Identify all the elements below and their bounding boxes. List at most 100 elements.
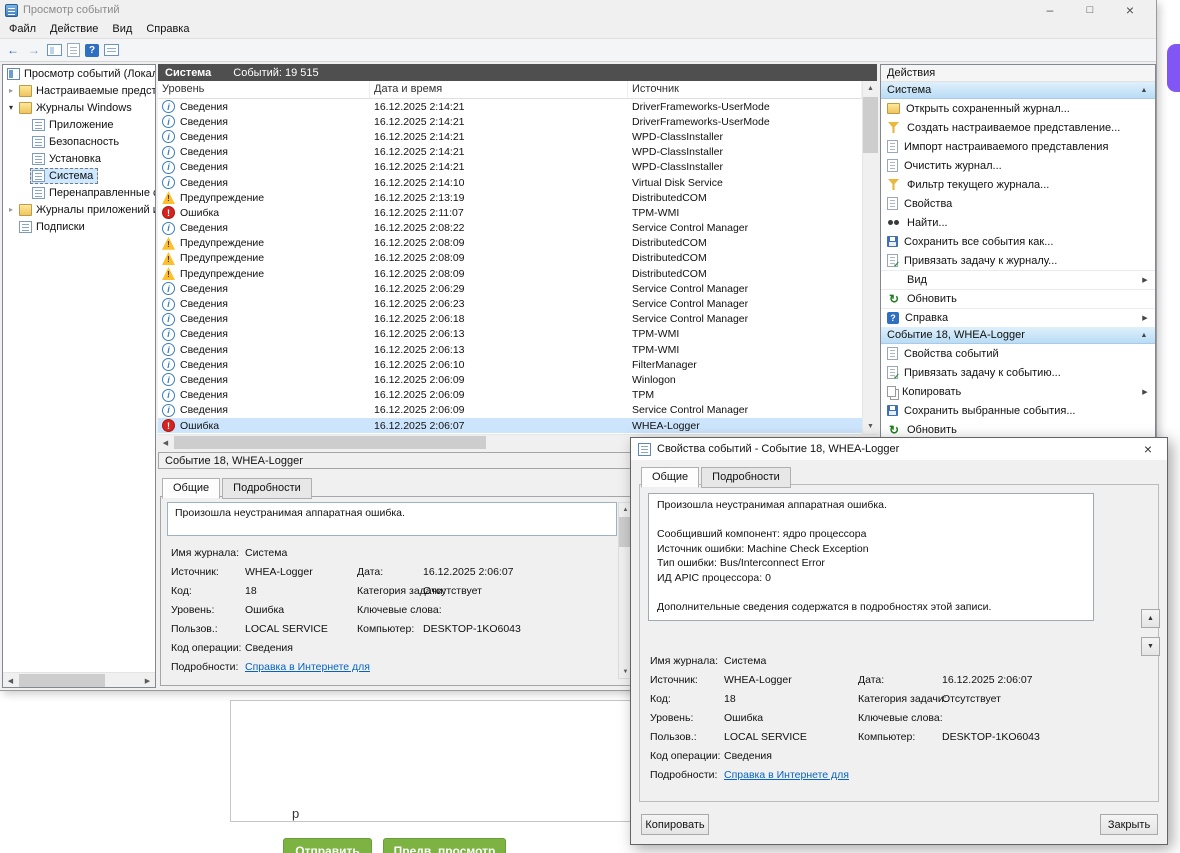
close-icon[interactable]	[1133, 439, 1163, 459]
event-row[interactable]: Сведения 16.12.2025 2:14:21 DriverFramewor…	[158, 114, 862, 129]
chevron-down-icon[interactable]	[5, 99, 17, 116]
event-row[interactable]: Сведения 16.12.2025 2:06:23 Service Contro…	[158, 296, 862, 311]
menu-item-2[interactable]: Вид	[105, 21, 139, 37]
list-vertical-scrollbar[interactable]	[862, 81, 878, 434]
export-icon[interactable]	[67, 43, 80, 57]
tree-item[interactable]: Безопасность	[3, 133, 155, 150]
scroll-down-icon[interactable]	[863, 419, 878, 434]
close-button[interactable]: Закрыть	[1100, 814, 1158, 835]
action-item[interactable]: Импорт настраиваемого представления	[881, 137, 1155, 156]
tree-item[interactable]: Подписки	[3, 218, 155, 235]
event-row[interactable]: Предупреждение 16.12.2025 2:13:19 Distribu…	[158, 190, 862, 205]
event-row[interactable]: Предупреждение 16.12.2025 2:08:09 Distribu…	[158, 266, 862, 281]
scroll-left-icon[interactable]	[3, 673, 18, 687]
scroll-up-icon[interactable]	[863, 81, 878, 96]
maximize-button[interactable]	[1070, 1, 1110, 19]
tree-item[interactable]: Журналы Windows	[3, 99, 155, 116]
event-row[interactable]: Сведения 16.12.2025 2:06:09 TPM	[158, 388, 862, 403]
column-header-0[interactable]: Уровень	[158, 81, 370, 98]
web-help-link[interactable]: Справка в Интернете для	[724, 769, 849, 781]
tree-item[interactable]: Просмотр событий (Локальны	[3, 65, 155, 82]
event-row[interactable]: Предупреждение 16.12.2025 2:08:09 Distribu…	[158, 251, 862, 266]
column-header-2[interactable]: Источник	[628, 81, 862, 98]
event-row[interactable]: Сведения 16.12.2025 2:14:21 WPD-ClassInsta…	[158, 129, 862, 144]
dialog-tab-general[interactable]: Общие	[641, 467, 700, 488]
collapse-icon[interactable]	[1136, 87, 1152, 94]
event-row[interactable]: Сведения 16.12.2025 2:06:10 FilterManager	[158, 357, 862, 372]
preview-tab-details[interactable]: Подробности	[222, 478, 312, 499]
event-row[interactable]: Сведения 16.12.2025 2:06:13 TPM-WMI	[158, 342, 862, 357]
event-row[interactable]: Сведения 16.12.2025 2:14:21 WPD-ClassInsta…	[158, 160, 862, 175]
event-row[interactable]: Ошибка 16.12.2025 2:06:07 WHEA-Logger	[158, 417, 862, 434]
event-row[interactable]: Сведения 16.12.2025 2:06:13 TPM-WMI	[158, 327, 862, 342]
help-icon[interactable]	[85, 43, 99, 57]
action-item[interactable]: Справка	[881, 308, 1155, 327]
previous-event-button[interactable]	[1141, 609, 1160, 628]
scroll-right-icon[interactable]	[140, 673, 155, 687]
tree-item[interactable]: Журналы приложений и сл...	[3, 201, 155, 218]
action-item[interactable]: Обновить	[881, 289, 1155, 308]
event-row[interactable]: Сведения 16.12.2025 2:06:09 Service Contro…	[158, 403, 862, 418]
tree-horizontal-scrollbar[interactable]	[3, 672, 155, 687]
tree-item[interactable]: Приложение	[3, 116, 155, 133]
menu-item-1[interactable]: Действие	[43, 21, 105, 37]
background-textarea[interactable]	[230, 700, 632, 822]
preview-tab-general[interactable]: Общие	[162, 478, 221, 499]
event-row[interactable]: Сведения 16.12.2025 2:14:21 WPD-ClassInsta…	[158, 145, 862, 160]
event-row[interactable]: Сведения 16.12.2025 2:06:29 Service Contro…	[158, 281, 862, 296]
submit-button[interactable]: Отправить	[283, 838, 372, 853]
action-item[interactable]: Свойства	[881, 194, 1155, 213]
action-item[interactable]: Вид	[881, 270, 1155, 289]
action-item[interactable]: Привязать задачу к журналу...	[881, 251, 1155, 270]
action-item[interactable]: Фильтр текущего журнала...	[881, 175, 1155, 194]
action-item[interactable]: Открыть сохраненный журнал...	[881, 99, 1155, 118]
source-cell: TPM	[632, 389, 655, 402]
action-item[interactable]: Копировать	[881, 382, 1155, 401]
next-event-button[interactable]	[1141, 637, 1160, 656]
action-section-header[interactable]: Событие 18, WHEA-Logger	[881, 327, 1155, 344]
chevron-right-icon[interactable]	[5, 201, 17, 218]
web-help-link[interactable]: Справка в Интернете для	[245, 661, 370, 673]
back-icon[interactable]	[5, 43, 21, 58]
scroll-thumb[interactable]	[174, 436, 486, 449]
scroll-thumb[interactable]	[19, 674, 105, 687]
chevron-right-icon[interactable]	[5, 82, 17, 99]
collapse-icon[interactable]	[1136, 332, 1152, 339]
tree-item[interactable]: Перенаправленные соб...	[3, 184, 155, 201]
scroll-left-icon[interactable]	[158, 435, 173, 450]
event-row[interactable]: Предупреждение 16.12.2025 2:08:09 Distribu…	[158, 236, 862, 251]
event-row[interactable]: Сведения 16.12.2025 2:14:21 DriverFramewor…	[158, 99, 862, 114]
scroll-thumb[interactable]	[863, 97, 878, 153]
column-header-1[interactable]: Дата и время	[370, 81, 628, 98]
tree-item[interactable]: Установка	[3, 150, 155, 167]
event-row[interactable]: Ошибка 16.12.2025 2:11:07 TPM-WMI	[158, 205, 862, 220]
action-item[interactable]: Сохранить выбранные события...	[881, 401, 1155, 420]
action-item[interactable]: Свойства событий	[881, 344, 1155, 363]
close-button[interactable]	[1110, 1, 1150, 19]
dialog-tab-details[interactable]: Подробности	[701, 467, 791, 488]
field-label: Дата:	[357, 566, 384, 578]
level-text: Сведения	[180, 115, 228, 128]
menu-item-3[interactable]: Справка	[139, 21, 196, 37]
action-section-header[interactable]: Система	[881, 82, 1155, 99]
minimize-button[interactable]	[1030, 1, 1070, 19]
menu-item-0[interactable]: Файл	[2, 21, 43, 37]
action-item[interactable]: Привязать задачу к событию...	[881, 363, 1155, 382]
action-item[interactable]: Найти...	[881, 213, 1155, 232]
action-item[interactable]: Очистить журнал...	[881, 156, 1155, 175]
preview-button[interactable]: Предв. просмотр	[383, 838, 506, 853]
event-row[interactable]: Сведения 16.12.2025 2:06:18 Service Contro…	[158, 312, 862, 327]
action-item[interactable]: Сохранить все события как...	[881, 232, 1155, 251]
action-item[interactable]: Создать настраиваемое представление...	[881, 118, 1155, 137]
tree-item[interactable]: Система	[3, 167, 155, 184]
forward-icon[interactable]	[26, 43, 42, 58]
console-tree-icon[interactable]	[47, 44, 62, 56]
properties-icon[interactable]	[104, 44, 119, 56]
field-value: WHEA-Logger	[724, 674, 792, 686]
event-row[interactable]: Сведения 16.12.2025 2:08:22 Service Contro…	[158, 221, 862, 236]
tree-item[interactable]: Настраиваемые представл...	[3, 82, 155, 99]
browser-extension-widget[interactable]	[1167, 44, 1180, 92]
event-row[interactable]: Сведения 16.12.2025 2:06:09 Winlogon	[158, 372, 862, 387]
copy-button[interactable]: Копировать	[641, 814, 709, 835]
event-row[interactable]: Сведения 16.12.2025 2:14:10 Virtual Disk S…	[158, 175, 862, 190]
